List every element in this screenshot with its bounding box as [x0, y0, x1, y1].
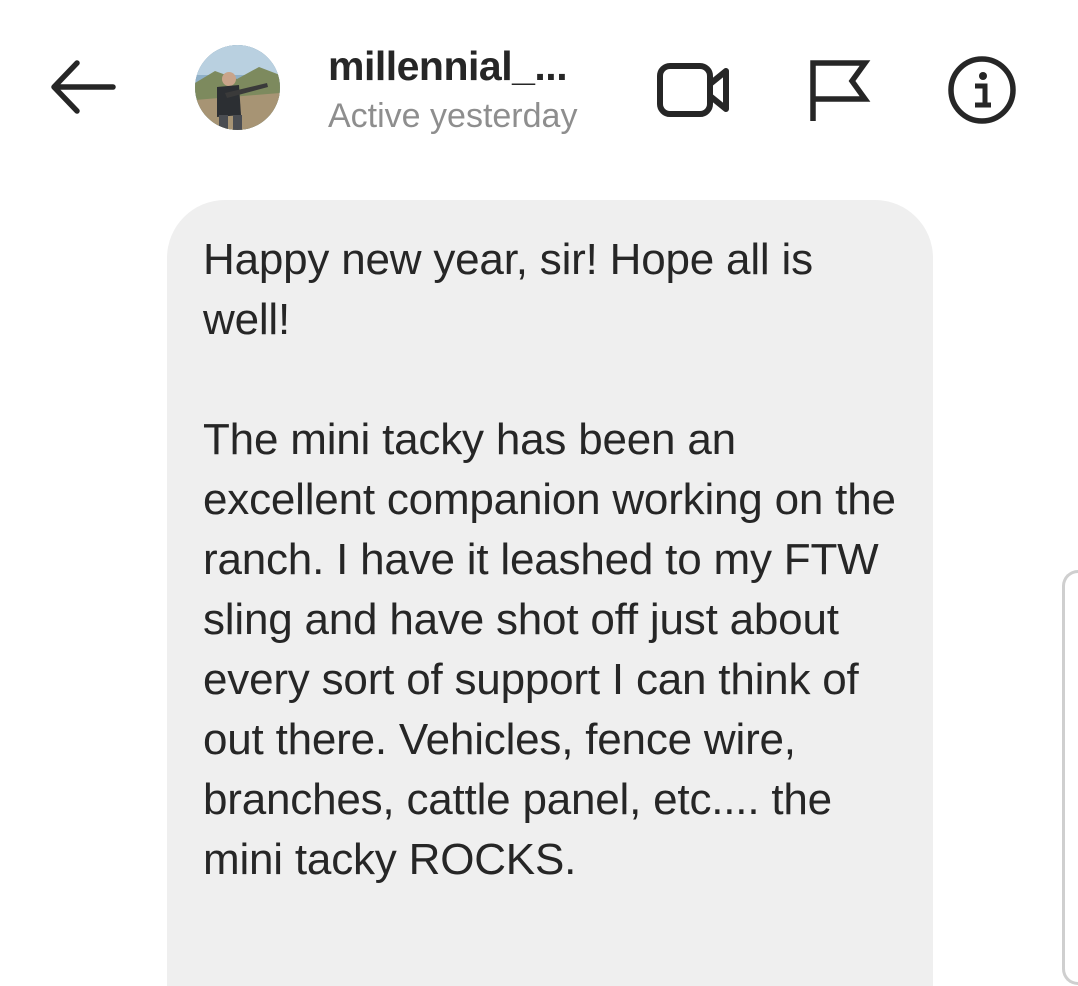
- back-arrow-icon: [51, 60, 116, 114]
- thread-header: millennial_... Active yesterday: [0, 0, 1078, 170]
- side-panel-edge: [1062, 570, 1078, 985]
- flag-report-icon: [810, 60, 871, 121]
- active-status: Active yesterday: [328, 97, 578, 135]
- message-text: Happy new year, sir! Hope all is well! T…: [203, 235, 896, 884]
- back-button[interactable]: [40, 52, 124, 122]
- thread-title[interactable]: millennial_... Active yesterday: [328, 40, 628, 140]
- username: millennial_...: [328, 43, 568, 89]
- avatar[interactable]: [195, 45, 280, 130]
- info-button[interactable]: [940, 48, 1024, 132]
- report-button[interactable]: [797, 48, 881, 132]
- video-call-button[interactable]: [652, 48, 736, 132]
- video-call-icon: [657, 63, 729, 117]
- message-bubble[interactable]: Happy new year, sir! Hope all is well! T…: [167, 200, 933, 986]
- dm-thread-screen: millennial_... Active yesterday Happy ne…: [0, 0, 1078, 986]
- info-icon: [948, 56, 1016, 124]
